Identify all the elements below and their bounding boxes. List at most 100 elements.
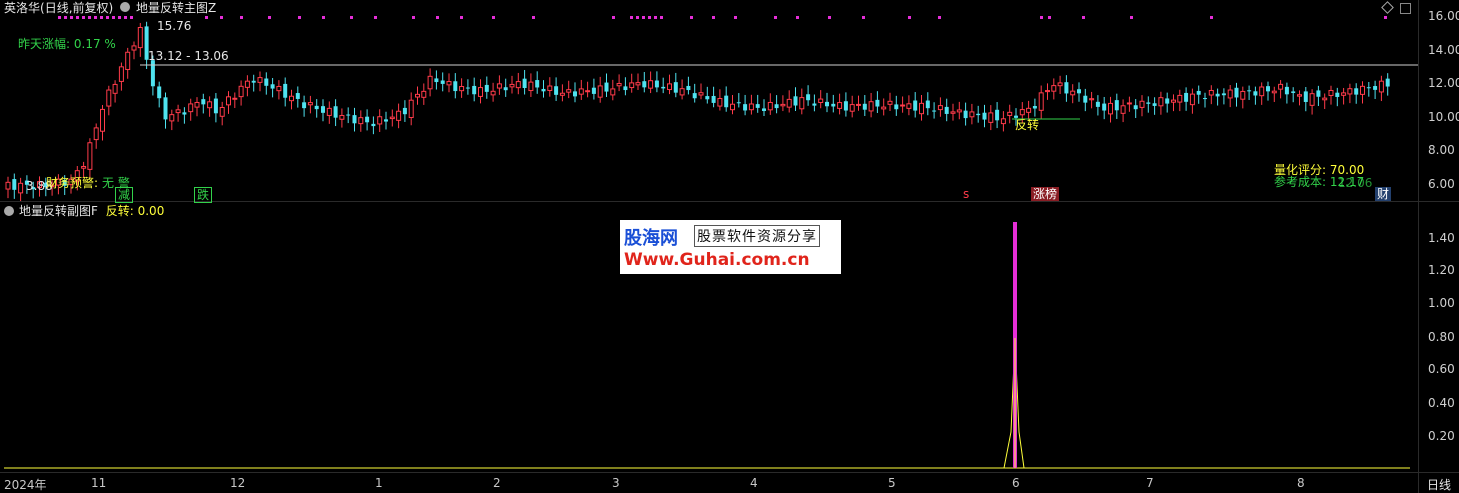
signal-dot [532,16,535,19]
y-axis-divider [1418,0,1419,493]
tag-zhangbang[interactable]: 涨榜 [1031,187,1060,201]
candle-body [503,87,508,91]
candle-body [314,105,319,110]
candle-body [1360,85,1365,95]
candle-body [724,95,729,108]
signal-dot [350,16,353,19]
candle-body [264,78,269,86]
sub-y-axis-label: 0.40 [1428,396,1455,410]
candlestick-chart[interactable] [0,0,1418,201]
candle-body [1240,90,1246,100]
candle-body [496,83,502,89]
candle-body [1221,93,1226,96]
candle-body [1000,118,1006,125]
candle-body [748,103,754,111]
candle-body [515,81,521,89]
high-price-label: 15.76 [157,19,192,33]
y-axis-label: 14.00 [1428,43,1459,57]
tag-die[interactable]: 跌 [194,187,213,203]
candle-body [396,110,402,121]
signal-dot [828,16,831,19]
candle-body [1284,86,1289,95]
prev-change-value: 0.17 % [73,37,116,51]
signal-dot [938,16,941,19]
signal-dot [100,16,103,19]
y-axis-label: 8.00 [1428,143,1455,157]
candle-body [812,103,817,106]
signal-dot [436,16,439,19]
candle-body [1322,97,1328,101]
candle-body [654,80,659,88]
candle-body [849,104,855,112]
candle-body [925,100,930,109]
candle-body [302,102,307,109]
candle-body [257,77,263,83]
candle-body [352,115,357,124]
candle-body [1378,80,1384,93]
candle-body [188,103,194,113]
candle-body [1026,107,1032,113]
sub-y-axis-label: 1.40 [1428,231,1455,245]
candle-body [837,102,843,109]
candle-body [755,104,760,108]
candle-body [377,116,383,125]
candle-body [717,98,723,107]
candle-body [446,81,452,86]
candle-body [131,45,137,51]
candle-body [201,99,206,105]
period-button[interactable]: 日线 [1427,476,1451,493]
candle-body [868,101,874,112]
candle-body [333,106,338,118]
candle-body [283,83,288,98]
candle-body [1208,89,1214,96]
candle-body [276,85,282,92]
candle-body [1247,90,1252,92]
candle-body [371,123,376,127]
candle-body [806,94,811,101]
x-axis-label: 6 [1012,476,1020,490]
candle-body [937,105,943,111]
candle-body [648,80,654,89]
signal-dot [612,16,615,19]
candle-body [1203,98,1207,100]
candle-body [1171,99,1176,103]
watermark-logo: 股海网 [624,228,678,249]
candle-body [213,98,218,114]
tag-reverse: 反转 [1015,118,1040,132]
candle-body [1152,103,1157,106]
candle-body [774,104,779,109]
candle-body [1077,89,1081,94]
candle-body [339,115,345,120]
candle-body [541,88,546,92]
candle-body [1019,109,1025,116]
candle-body [1303,91,1308,102]
prev-change-caption: 昨天涨幅: [18,37,71,51]
signal-dot [94,16,97,19]
candle-body [881,106,887,110]
tag-jian[interactable]: 减 [115,187,134,203]
watermark-banner: 股海网 股票软件资源分享 Www.Guhai.com.cn [620,220,841,274]
candle-body [913,100,918,111]
candle-body [573,91,577,97]
candle-body [270,84,275,89]
candle-body [434,78,439,83]
candle-body [976,113,981,116]
candle-body [453,81,458,92]
x-axis-label: 2024年 [4,478,47,492]
candle-body [969,111,975,118]
y-axis-label: 16.00 [1428,9,1459,23]
candle-body [856,103,861,106]
prev-change-label: 昨天涨幅: 0.17 % [16,37,118,51]
candle-body [1083,95,1088,103]
candle-body [692,93,697,99]
tag-s[interactable]: s [961,187,971,201]
candle-body [578,88,584,95]
candle-body [1253,91,1258,96]
candle-body [389,116,395,120]
candle-body [604,82,609,92]
tag-cai[interactable]: 财 [1375,187,1392,201]
candle-body [1007,111,1013,116]
candle-body [1177,94,1183,103]
candle-body [767,101,773,111]
signal-dot [660,16,663,19]
